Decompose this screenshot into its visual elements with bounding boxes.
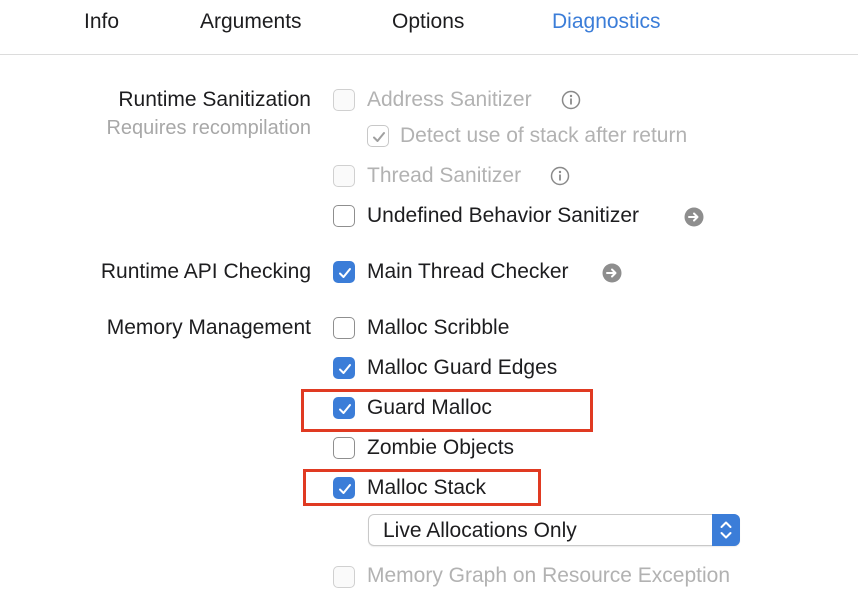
zombie-objects-label: Zombie Objects [367, 436, 515, 459]
requires-recompilation-note: Requires recompilation [106, 117, 311, 139]
info-icon[interactable] [561, 90, 581, 110]
tab-info[interactable]: Info [84, 10, 119, 34]
thread-sanitizer-checkbox[interactable] [333, 165, 355, 187]
checkmark-icon [339, 268, 351, 278]
guard-malloc-label: Guard Malloc [367, 396, 492, 419]
malloc-scribble-label: Malloc Scribble [367, 316, 510, 339]
memory-graph-label: Memory Graph on Resource Exception [367, 564, 730, 587]
main-thread-checker-checkbox[interactable] [333, 261, 355, 283]
checkmark-icon [339, 364, 351, 374]
detect-stack-after-return-label: Detect use of stack after return [400, 124, 688, 147]
memory-graph-checkbox[interactable] [333, 566, 355, 588]
checkmark-icon [373, 132, 385, 142]
undefined-behavior-sanitizer-label: Undefined Behavior Sanitizer [367, 204, 639, 227]
tab-options[interactable]: Options [392, 10, 464, 34]
tab-bar: Info Arguments Options Diagnostics [0, 0, 858, 55]
info-icon[interactable] [550, 166, 570, 186]
detect-stack-after-return-checkbox[interactable] [367, 125, 389, 147]
malloc-stack-label: Malloc Stack [367, 476, 487, 499]
zombie-objects-checkbox[interactable] [333, 437, 355, 459]
checkmark-icon [339, 484, 351, 494]
malloc-stack-mode-value: Live Allocations Only [383, 519, 577, 542]
arrow-circle-icon[interactable] [684, 207, 704, 227]
guard-malloc-checkbox[interactable] [333, 397, 355, 419]
address-sanitizer-label: Address Sanitizer [367, 88, 532, 111]
runtime-api-checking-label: Runtime API Checking [100, 260, 311, 283]
chevron-up-down-icon [720, 521, 732, 539]
malloc-guard-edges-label: Malloc Guard Edges [367, 356, 558, 379]
runtime-sanitization-label: Runtime Sanitization [118, 88, 311, 111]
malloc-stack-checkbox[interactable] [333, 477, 355, 499]
address-sanitizer-checkbox[interactable] [333, 89, 355, 111]
malloc-scribble-checkbox[interactable] [333, 317, 355, 339]
malloc-stack-mode-popup[interactable]: Live Allocations Only [368, 514, 740, 546]
thread-sanitizer-label: Thread Sanitizer [367, 164, 522, 187]
checkmark-icon [339, 404, 351, 414]
malloc-guard-edges-checkbox[interactable] [333, 357, 355, 379]
popup-stepper [712, 514, 740, 546]
tab-arguments[interactable]: Arguments [200, 10, 302, 34]
undefined-behavior-sanitizer-checkbox[interactable] [333, 205, 355, 227]
diagnostics-panel: Info Arguments Options Diagnostics Runti… [0, 0, 858, 616]
tab-diagnostics[interactable]: Diagnostics [552, 10, 661, 34]
main-thread-checker-label: Main Thread Checker [367, 260, 569, 283]
arrow-circle-icon[interactable] [602, 263, 622, 283]
memory-management-label: Memory Management [106, 316, 311, 339]
